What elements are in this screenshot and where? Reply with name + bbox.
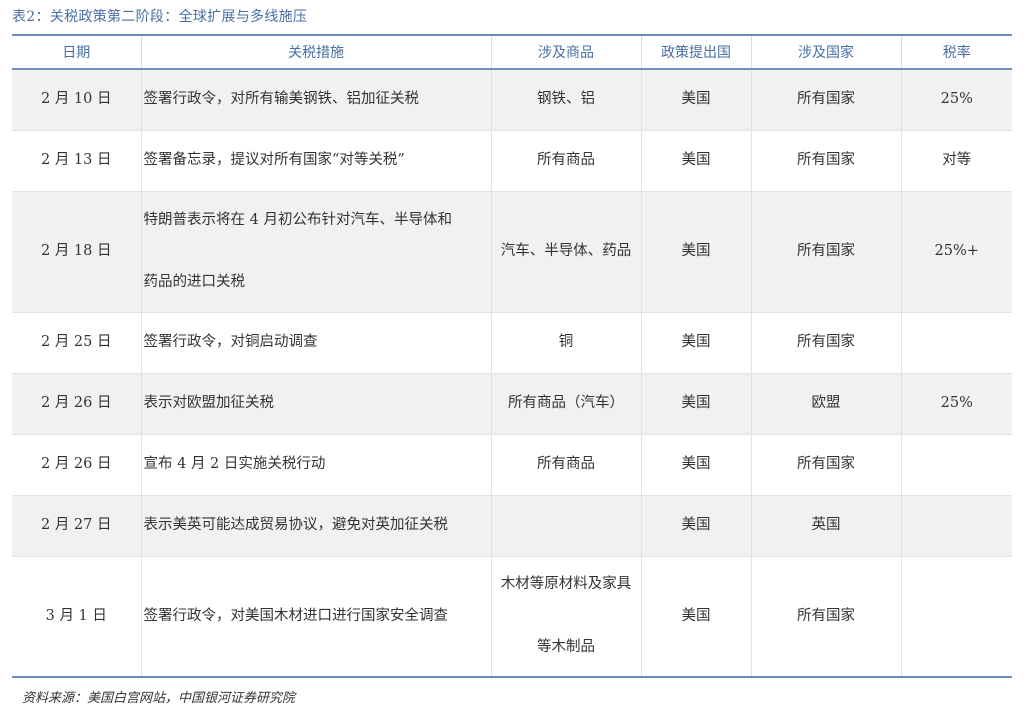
cell-goods: 汽车、半导体、药品 bbox=[490, 190, 641, 312]
cell-countries: 英国 bbox=[750, 494, 901, 556]
header-measure: 关税措施 bbox=[140, 35, 491, 69]
cell-rate bbox=[900, 311, 1012, 373]
cell-proposer: 美国 bbox=[640, 129, 751, 191]
cell-proposer: 美国 bbox=[640, 311, 751, 373]
cell-measure: 宣布 4 月 2 日实施关税行动 bbox=[140, 433, 491, 495]
cell-measure: 签署行政令，对铜启动调查 bbox=[140, 311, 491, 373]
cell-rate bbox=[900, 433, 1012, 495]
cell-date: 2 月 27 日 bbox=[12, 494, 141, 556]
cell-date: 2 月 18 日 bbox=[12, 190, 141, 312]
cell-proposer: 美国 bbox=[640, 190, 751, 312]
header-goods: 涉及商品 bbox=[490, 35, 641, 69]
cell-measure-line: 药品的进口关税 bbox=[143, 274, 246, 291]
cell-goods-line: 等木制品 bbox=[537, 638, 595, 655]
cell-countries: 所有国家 bbox=[750, 555, 901, 677]
table-row: 3 月 1 日 签署行政令，对美国木材进口进行国家安全调查 木材等原材料及家具 … bbox=[12, 555, 1012, 677]
cell-date: 2 月 26 日 bbox=[12, 433, 141, 495]
cell-proposer: 美国 bbox=[640, 494, 751, 556]
cell-goods: 铜 bbox=[490, 311, 641, 373]
header-proposer: 政策提出国 bbox=[640, 35, 751, 69]
header-countries: 涉及国家 bbox=[750, 35, 901, 69]
cell-rate bbox=[900, 494, 1012, 556]
table-row: 2 月 10 日 签署行政令，对所有输美钢铁、铝加征关税 钢铁、铝 美国 所有国… bbox=[12, 68, 1012, 130]
cell-countries: 所有国家 bbox=[750, 433, 901, 495]
cell-goods: 木材等原材料及家具 等木制品 bbox=[490, 555, 641, 677]
cell-date: 2 月 10 日 bbox=[12, 68, 141, 130]
cell-goods-line: 木材等原材料及家具 bbox=[500, 576, 632, 593]
cell-countries: 所有国家 bbox=[750, 311, 901, 373]
cell-measure-lines: 特朗普表示将在 4 月初公布针对汽车、半导体和 药品的进口关税 bbox=[144, 212, 491, 292]
table-caption: 表2：关税政策第二阶段：全球扩展与多线施压 bbox=[12, 9, 308, 25]
cell-goods bbox=[490, 494, 641, 556]
cell-measure: 特朗普表示将在 4 月初公布针对汽车、半导体和 药品的进口关税 bbox=[140, 190, 491, 312]
cell-rate: 25% bbox=[900, 372, 1012, 434]
cell-goods: 所有商品 bbox=[490, 129, 641, 191]
cell-rate: 25%+ bbox=[900, 190, 1012, 312]
cell-countries: 所有国家 bbox=[750, 129, 901, 191]
cell-rate bbox=[900, 555, 1012, 677]
cell-proposer: 美国 bbox=[640, 68, 751, 130]
cell-countries: 所有国家 bbox=[750, 68, 901, 130]
cell-proposer: 美国 bbox=[640, 433, 751, 495]
cell-rate: 25% bbox=[900, 68, 1012, 130]
cell-countries: 所有国家 bbox=[750, 190, 901, 312]
cell-measure-line: 特朗普表示将在 4 月初公布针对汽车、半导体和 bbox=[143, 211, 452, 228]
table-header-row: 日期 关税措施 涉及商品 政策提出国 涉及国家 税率 bbox=[12, 35, 1012, 69]
cell-proposer: 美国 bbox=[640, 372, 751, 434]
cell-measure: 签署备忘录，提议对所有国家“对等关税” bbox=[140, 129, 491, 191]
cell-measure: 表示对欧盟加征关税 bbox=[140, 372, 491, 434]
table-row: 2 月 13 日 签署备忘录，提议对所有国家“对等关税” 所有商品 美国 所有国… bbox=[12, 129, 1012, 191]
cell-goods-lines: 木材等原材料及家具 等木制品 bbox=[492, 576, 641, 656]
cell-goods: 所有商品（汽车） bbox=[490, 372, 641, 434]
cell-date: 2 月 26 日 bbox=[12, 372, 141, 434]
table-row: 2 月 18 日 特朗普表示将在 4 月初公布针对汽车、半导体和 药品的进口关税… bbox=[12, 190, 1012, 312]
cell-date: 2 月 25 日 bbox=[12, 311, 141, 373]
source-note: 资料来源：美国白宫网站，中国银河证券研究院 bbox=[22, 691, 296, 706]
cell-countries: 欧盟 bbox=[750, 372, 901, 434]
cell-proposer: 美国 bbox=[640, 555, 751, 677]
cell-measure: 签署行政令，对美国木材进口进行国家安全调查 bbox=[140, 555, 491, 677]
table-row: 2 月 26 日 表示对欧盟加征关税 所有商品（汽车） 美国 欧盟 25% bbox=[12, 372, 1012, 434]
cell-date: 3 月 1 日 bbox=[12, 555, 141, 677]
cell-measure: 签署行政令，对所有输美钢铁、铝加征关税 bbox=[140, 68, 491, 130]
tariff-table: 日期 关税措施 涉及商品 政策提出国 涉及国家 税率 2 月 10 日 签署行政… bbox=[12, 34, 1012, 678]
header-rate: 税率 bbox=[900, 35, 1012, 69]
cell-rate: 对等 bbox=[900, 129, 1012, 191]
cell-measure: 表示美英可能达成贸易协议，避免对英加征关税 bbox=[140, 494, 491, 556]
table-row: 2 月 27 日 表示美英可能达成贸易协议，避免对英加征关税 美国 英国 bbox=[12, 494, 1012, 556]
tariff-table-container: 日期 关税措施 涉及商品 政策提出国 涉及国家 税率 2 月 10 日 签署行政… bbox=[12, 34, 1012, 678]
cell-goods: 钢铁、铝 bbox=[490, 68, 641, 130]
table-row: 2 月 25 日 签署行政令，对铜启动调查 铜 美国 所有国家 bbox=[12, 311, 1012, 373]
cell-goods: 所有商品 bbox=[490, 433, 641, 495]
table-row: 2 月 26 日 宣布 4 月 2 日实施关税行动 所有商品 美国 所有国家 bbox=[12, 433, 1012, 495]
cell-date: 2 月 13 日 bbox=[12, 129, 141, 191]
header-date: 日期 bbox=[62, 45, 91, 61]
